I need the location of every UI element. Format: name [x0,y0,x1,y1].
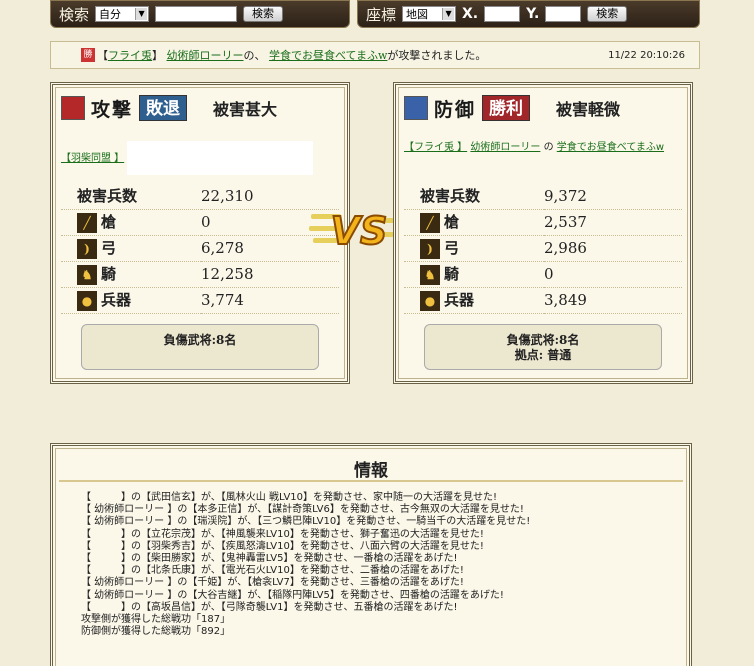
attack-redacted-player [127,141,314,175]
battle-notice: 勝 【フライ兎】 幼術師ローリー の、 学食でお昼食べてまふw が攻撃されました。 … [50,41,700,69]
defense-alliance-link[interactable]: 【フライ兎 】 [404,142,467,153]
unit-value: 12,258 [201,261,339,288]
coords-scope-value: 地図 [406,8,429,21]
chevron-down-icon: ▼ [442,8,455,20]
attack-label: 攻撃 [91,98,134,121]
notice-time: 11/22 20:10:26 [608,49,685,61]
log-line: 【 】の【柴田勝家】が、【鬼神轟雷LV5】を発動させ、一番槍の活躍をあげた! [81,553,458,565]
info-title: 情報 [59,456,683,482]
win-badge: 勝 [81,48,95,62]
x-label: X. [462,6,479,22]
defense-result-badge: 勝利 [482,95,531,121]
bow-icon: ) [77,239,97,259]
horse-icon: ♞ [77,265,97,285]
attack-wounded: 負傷武将:8名 [163,332,237,347]
coords-bar: 座標 地図 ▼ X. Y. 検索 [357,0,700,28]
unit-name: 騎 [101,265,117,283]
log-line: 【 幼術師ローリー 】の【大谷吉継】が、【稲隊円陣LV5】を発動させ、四番槍の活… [81,589,504,601]
notice-suffix: が攻撃されました。 [387,49,487,62]
info-panel: 情報 【 】の【武田信玄】が、【風林火山 戦LV10】を発動させ、家中随一の大活… [50,443,692,666]
defense-wounded-box: 負傷武将:8名 拠点: 普通 [424,323,662,370]
log-line: 【 】の【羽柴秀吉】が、【疾風怒濤LV10】を発動させ、八面六臂の大活躍を見せた… [81,540,484,552]
attack-panel: 攻撃 敗退 被害甚大 【羽柴同盟 】 被害兵数 22,310 ╱ 槍 0 ) 弓 6,27… [50,82,350,384]
notice-target-link[interactable]: 学食でお昼食べてまふw [269,47,387,63]
unit-name: 騎 [444,265,460,283]
coords-scope-select[interactable]: 地図 ▼ [402,6,457,22]
shield-icon [404,96,428,120]
search-bar: 検索 自分 ▼ 検索 [50,0,350,28]
defense-player-info: 【フライ兎 】 幼術師ローリー の 学食でお昼食べてまふw [404,141,682,175]
unit-value: 2,537 [544,209,682,236]
defense-village-link[interactable]: 学食でお昼食べてまふw [557,142,664,153]
search-title: 検索 [59,5,90,24]
search-button[interactable]: 検索 [243,6,284,22]
defense-base-status: 拠点: 普通 [514,347,572,362]
search-input[interactable] [155,6,238,22]
defense-panel: 防御 勝利 被害軽微 【フライ兎 】 幼術師ローリー の 学食でお昼食べてまふw… [393,82,693,384]
attack-stats: 被害兵数 22,310 ╱ 槍 0 ) 弓 6,278 ♞ 騎 12,258 ● 兵器 3,774 [61,183,339,314]
siege-icon: ● [77,291,97,311]
notice-bracket-close: 】 [152,49,163,62]
log-line: 【 幼術師ローリー 】の【瑞渓院】が、【三つ鱗巴陣LV10】を発動させ、一騎当千… [81,516,531,528]
unit-value: 3,774 [201,287,339,314]
x-input[interactable] [484,6,521,22]
coords-search-button[interactable]: 検索 [587,6,628,22]
unit-name: 兵器 [101,291,132,309]
spear-icon: ╱ [77,213,97,233]
defense-stats: 被害兵数 9,372 ╱ 槍 2,537 ) 弓 2,986 ♞ 騎 0 ● 兵器 3,849 [404,183,682,314]
total-merit-attack: 攻撃側が獲得した総戦功「187」 [81,614,231,626]
coords-title: 座標 [366,5,397,24]
unit-name: 弓 [444,239,460,257]
y-input[interactable] [545,6,582,22]
defense-damage-level: 被害軽微 [556,100,621,119]
notice-mid: の、 [243,49,266,62]
attack-damage-level: 被害甚大 [213,100,278,119]
defense-player-link[interactable]: 幼術師ローリー [470,142,540,153]
y-label: Y. [526,6,540,22]
attack-wounded-box: 負傷武将:8名 [81,323,319,370]
notice-alliance-link[interactable]: フライ兎 [108,47,152,63]
attack-alliance-link[interactable]: 【羽柴同盟 】 [61,153,124,164]
casualties-label: 被害兵数 [404,183,544,210]
bow-icon: ) [420,239,440,259]
unit-value: 0 [544,261,682,288]
casualties-value: 9,372 [544,183,682,210]
log-line: 【 】の【立花宗茂】が、【神風襲来LV10】を発動させ、獅子奮迅の大活躍を見せた… [81,528,484,540]
log-line: 【 幼術師ローリー 】の【本多正信】が、【謀計奇策LV6】を発動させ、古今無双の… [81,504,524,516]
log-line: 【 】の【高坂昌信】が、【弓隊奇襲LV1】を発動させ、五番槍の活躍をあげた! [81,601,458,613]
attack-result-badge: 敗退 [139,95,188,121]
unit-name: 兵器 [444,291,475,309]
log-line: 【 】の【武田信玄】が、【風林火山 戦LV10】を発動させ、家中随一の大活躍を見… [81,492,498,503]
notice-attacker-link[interactable]: 幼術師ローリー [167,47,244,63]
spear-icon: ╱ [420,213,440,233]
log-line: 【 】の【北条氏康】が、【電光石火LV10】を発動させ、二番槍の活躍をあげた! [81,565,464,577]
siege-icon: ● [420,291,440,311]
search-scope-value: 自分 [99,8,122,21]
defense-wounded: 負傷武将:8名 [506,332,580,347]
unit-name: 槍 [101,213,117,231]
defense-label: 防御 [434,98,477,121]
unit-name: 槍 [444,213,460,231]
defense-of: の [543,142,554,153]
vs-text: VS [331,209,388,253]
attack-player-info: 【羽柴同盟 】 [61,141,339,175]
info-log: 【 】の【武田信玄】が、【風林火山 戦LV10】を発動させ、家中随一の大活躍を見… [53,482,689,638]
notice-bracket-open: 【 [97,49,108,62]
casualties-label: 被害兵数 [61,183,201,210]
crossed-swords-icon [61,96,85,120]
total-merit-defense: 防御側が獲得した総戦功「892」 [81,626,231,638]
search-scope-select[interactable]: 自分 ▼ [95,6,150,22]
unit-name: 弓 [101,239,117,257]
horse-icon: ♞ [420,265,440,285]
chevron-down-icon: ▼ [135,8,148,20]
unit-value: 2,986 [544,235,682,262]
log-line: 【 幼術師ローリー 】の【千姫】が、【槍衾LV7】を発動させ、三番槍の活躍をあげ… [81,577,464,589]
unit-value: 3,849 [544,287,682,314]
